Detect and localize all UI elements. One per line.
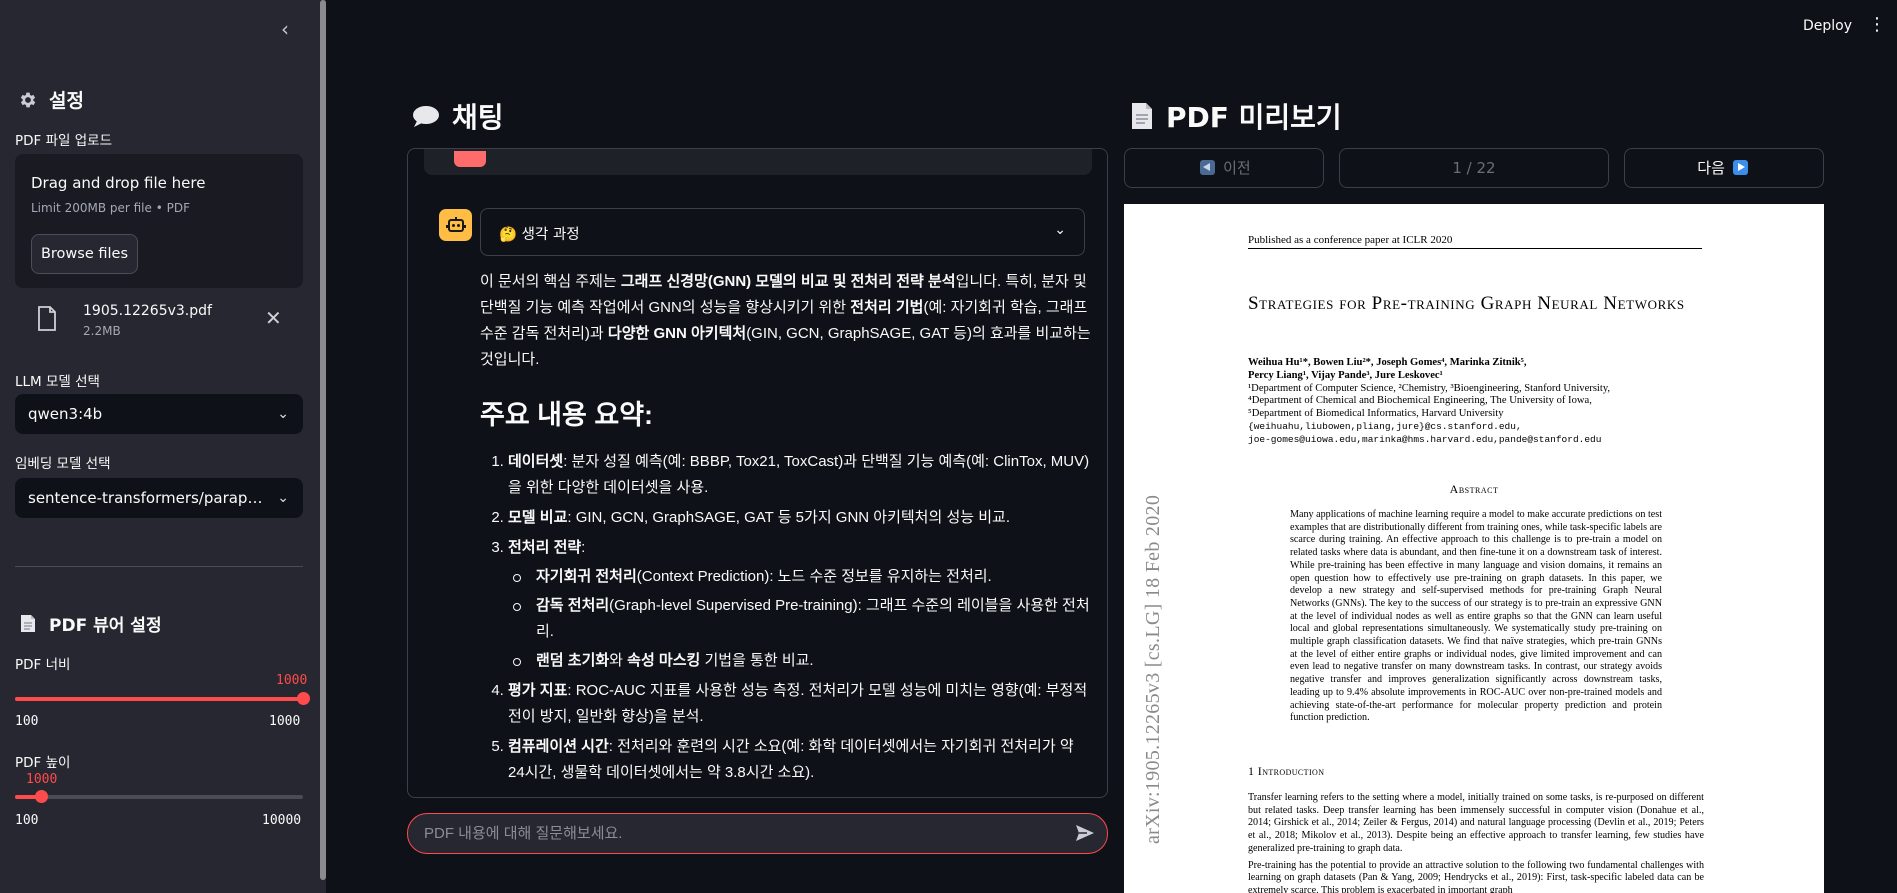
preview-title: PDF 미리보기 — [1166, 101, 1342, 134]
deploy-button[interactable]: Deploy — [1803, 18, 1852, 34]
pdf-height-min: 100 — [15, 813, 39, 828]
settings-title: 설정 — [49, 90, 84, 112]
viewer-settings-heading: PDF 뷰어 설정 — [17, 611, 162, 636]
pdf-height-slider[interactable] — [15, 790, 303, 803]
speech-bubble-icon — [412, 104, 440, 128]
list-item: 전처리 전략: 자기회귀 전처리(Context Prediction): 노드… — [508, 535, 1092, 674]
viewer-settings-title: PDF 뷰어 설정 — [49, 616, 162, 636]
file-icon — [37, 306, 57, 336]
bot-avatar — [439, 209, 472, 241]
answer-intro: 이 문서의 핵심 주제는 그래프 신경망(GNN) 모델의 비교 및 전처리 전… — [480, 273, 1091, 368]
pdf-header: Published as a conference paper at ICLR … — [1248, 234, 1453, 246]
main-menu-icon[interactable]: ⋮ — [1868, 14, 1886, 35]
pdf-arxiv-stamp: arXiv:1905.12265v3 [cs.LG] 18 Feb 2020 — [1142, 494, 1164, 844]
pdf-width-slider[interactable] — [15, 692, 310, 705]
next-page-label: 다음 — [1697, 159, 1725, 177]
user-avatar — [454, 151, 486, 167]
prev-page-button[interactable]: 이전 — [1124, 148, 1324, 188]
thinking-expander[interactable]: 🤔 생각 과정 ⌄ — [480, 208, 1085, 256]
list-item: 컴퓨레이션 시간: 전처리와 훈련의 시간 소요(예: 화학 데이터셋에서는 자… — [508, 734, 1092, 786]
file-name: 1905.12265v3.pdf — [83, 303, 212, 319]
send-icon[interactable] — [1075, 824, 1095, 846]
sub-list-item: 랜덤 초기화와 속성 마스킹 기법을 통한 비교. — [508, 648, 1092, 674]
settings-heading: 설정 — [17, 86, 84, 113]
file-size: 2.2MB — [83, 324, 121, 338]
sub-list: 자기회귀 전처리(Context Prediction): 노드 수준 정보를 … — [508, 564, 1092, 674]
list-item: 평가 지표: ROC-AUC 지표를 사용한 성능 측정. 전처리가 모델 성능… — [508, 678, 1092, 730]
list-item: 데이터셋: 분자 성질 예측(예: BBBP, Tox21, ToxCast)과… — [508, 449, 1092, 501]
pdf-width-value: 1000 — [276, 673, 308, 688]
prev-page-label: 이전 — [1223, 159, 1251, 177]
llm-label: LLM 모델 선택 — [15, 374, 100, 390]
page-icon — [1130, 102, 1154, 130]
file-dropzone[interactable]: Drag and drop file here Limit 200MB per … — [15, 154, 303, 288]
next-page-button[interactable]: 다음 — [1624, 148, 1824, 188]
pdf-authors: Weihua Hu¹*, Bowen Liu²*, Joseph Gomes⁴,… — [1248, 357, 1611, 445]
arrow-right-icon — [1732, 160, 1748, 175]
chat-container: 🤔 생각 과정 ⌄ 이 문서의 핵심 주제는 그래프 신경망(GNN) 모델의 … — [407, 148, 1108, 798]
llm-model-select[interactable]: qwen3:4b ⌄ — [15, 394, 303, 434]
pdf-abstract-heading: Abstract — [1449, 482, 1499, 496]
sub-list-item: 감독 전처리(Graph-level Supervised Pre-traini… — [508, 593, 1092, 645]
sidebar-scrollbar[interactable] — [320, 0, 326, 880]
pdf-title: Strategies for Pre-training Graph Neural… — [1248, 293, 1685, 314]
pdf-header-rule — [1248, 248, 1702, 249]
list-item: 모델 비교: GIN, GCN, GraphSAGE, GAT 등 5가지 GN… — [508, 505, 1092, 531]
gear-icon — [17, 89, 39, 111]
chevron-left-icon[interactable]: ‹ — [275, 18, 295, 40]
pdf-width-min: 100 — [15, 714, 39, 729]
chevron-down-icon: ⌄ — [277, 406, 289, 422]
chat-heading: 채팅 — [412, 96, 504, 136]
pdf-height-max: 10000 — [262, 813, 302, 828]
pdf-width-fill — [15, 697, 303, 701]
preview-heading: PDF 미리보기 — [1130, 96, 1342, 136]
pdf-width-max: 1000 — [269, 714, 301, 729]
pdf-width-label: PDF 너비 — [15, 657, 71, 673]
summary-heading: 주요 내용 요약: — [480, 400, 654, 430]
limit-text: Limit 200MB per file • PDF — [31, 201, 190, 215]
upload-label: PDF 파일 업로드 — [15, 133, 112, 149]
assistant-answer: 이 문서의 핵심 주제는 그래프 신경망(GNN) 모델의 비교 및 전처리 전… — [480, 269, 1092, 790]
chevron-down-icon: ⌄ — [1054, 222, 1066, 238]
page-icon — [17, 613, 39, 635]
pdf-height-value: 1000 — [26, 772, 58, 787]
llm-model-value: qwen3:4b — [28, 405, 103, 423]
pdf-width-thumb[interactable] — [297, 692, 310, 705]
thinking-label: 🤔 생각 과정 — [499, 227, 580, 243]
pdf-height-thumb[interactable] — [35, 790, 49, 803]
chevron-down-icon: ⌄ — [277, 490, 289, 506]
embed-label: 임베딩 모델 선택 — [15, 456, 111, 472]
chat-input-box[interactable] — [407, 813, 1108, 854]
pdf-page-view: Published as a conference paper at ICLR … — [1124, 204, 1824, 893]
browse-files-button[interactable]: Browse files — [31, 234, 138, 274]
remove-file-icon[interactable]: ✕ — [265, 306, 282, 330]
pdf-section-heading: 1 Introduction — [1248, 764, 1325, 778]
previous-user-message — [424, 149, 1092, 175]
page-indicator: 1 / 22 — [1339, 148, 1609, 188]
sidebar: ‹ 설정 PDF 파일 업로드 Drag and drop file here … — [0, 0, 326, 893]
pdf-intro: Transfer learning refers to the setting … — [1248, 792, 1704, 893]
chat-input[interactable] — [424, 814, 1044, 853]
pdf-height-label: PDF 높이 — [15, 755, 71, 771]
arrow-left-icon — [1200, 160, 1216, 175]
sub-list-item: 자기회귀 전처리(Context Prediction): 노드 수준 정보를 … — [508, 564, 1092, 590]
embedding-model-value: sentence-transformers/paraphrase-multili… — [28, 489, 303, 507]
uploaded-file: 1905.12265v3.pdf 2.2MB ✕ — [15, 298, 303, 344]
chat-title: 채팅 — [452, 101, 504, 134]
summary-list: 데이터셋: 분자 성질 예측(예: BBBP, Tox21, ToxCast)과… — [480, 449, 1092, 786]
pdf-abstract: Many applications of machine learning re… — [1290, 509, 1662, 724]
drop-text: Drag and drop file here — [31, 174, 206, 192]
sidebar-divider — [15, 566, 303, 567]
embedding-model-select[interactable]: sentence-transformers/paraphrase-multili… — [15, 478, 303, 518]
